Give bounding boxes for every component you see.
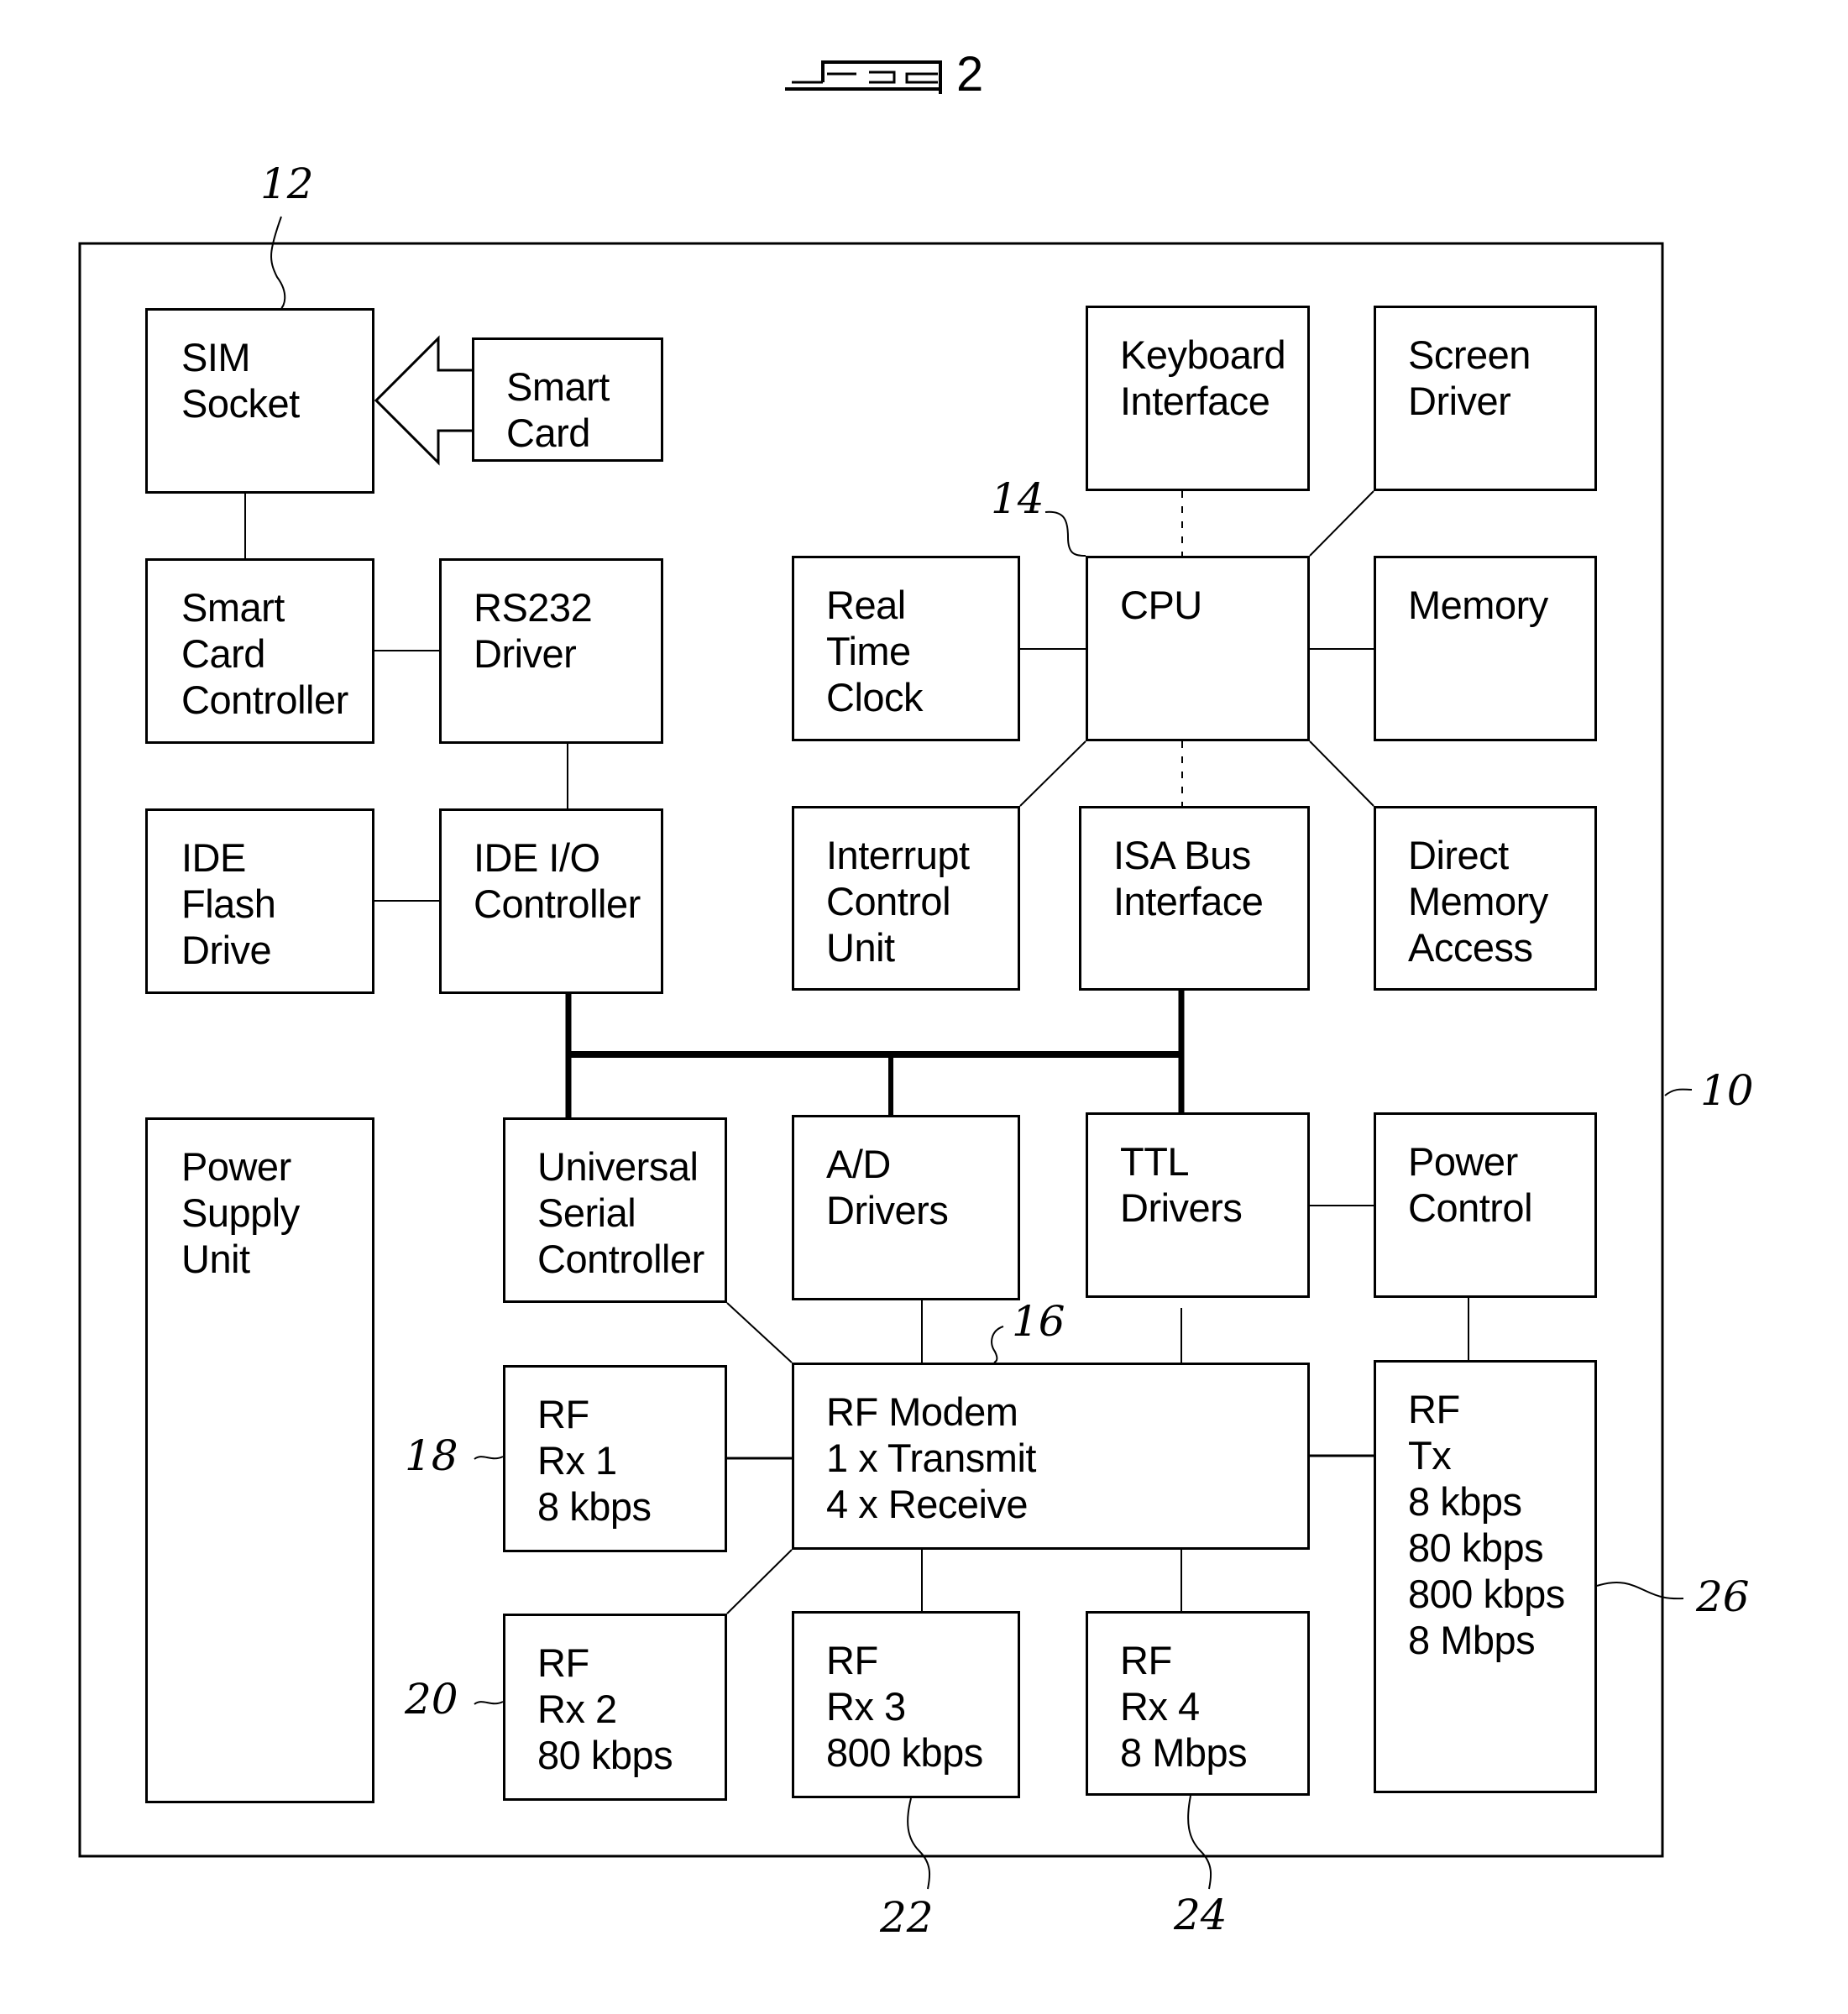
leader-20 xyxy=(474,1701,504,1705)
block-ide-io-controller: IDE I/O Controller xyxy=(439,808,663,994)
block-power-control: Power Control xyxy=(1374,1112,1597,1298)
leader-24 xyxy=(1187,1795,1212,1890)
wire-modem-rx2 xyxy=(726,1549,793,1614)
leader-14 xyxy=(1044,510,1086,557)
block-interrupt-control-unit: Interrupt Control Unit xyxy=(792,806,1020,991)
block-screen-driver: Screen Driver xyxy=(1374,306,1597,491)
block-direct-memory-access: Direct Memory Access xyxy=(1374,806,1597,991)
block-cpu: CPU xyxy=(1086,556,1310,741)
block-label: SIM Socket xyxy=(181,335,300,426)
block-memory: Memory xyxy=(1374,556,1597,741)
block-sim-socket: SIM Socket xyxy=(145,308,374,494)
block-label: IDE I/O Controller xyxy=(474,835,641,926)
block-label: Keyboard Interface xyxy=(1120,332,1286,423)
ref-numeral-12: 12 xyxy=(260,160,314,208)
block-ad-drivers: A/D Drivers xyxy=(792,1115,1020,1300)
leader-16 xyxy=(991,1326,1004,1363)
block-label: Direct Memory Access xyxy=(1408,833,1548,970)
block-rf-rx2: RF Rx 2 80 kbps xyxy=(503,1614,727,1801)
block-label: Memory xyxy=(1408,583,1548,627)
block-rf-rx1: RF Rx 1 8 kbps xyxy=(503,1365,727,1552)
block-label: Smart Card Controller xyxy=(181,585,348,722)
block-label: CPU xyxy=(1120,583,1202,627)
ref-numeral-22: 22 xyxy=(880,1893,934,1942)
block-label: TTL Drivers xyxy=(1120,1139,1243,1230)
block-label: Power Control xyxy=(1408,1139,1533,1230)
leader-10 xyxy=(1664,1088,1693,1096)
block-label: Real Time Clock xyxy=(826,583,924,719)
ref-numeral-16: 16 xyxy=(1012,1297,1065,1346)
ref-numeral-18: 18 xyxy=(405,1431,458,1480)
ref-numeral-14: 14 xyxy=(991,474,1044,523)
block-label: ISA Bus Interface xyxy=(1113,833,1264,923)
leader-12 xyxy=(270,216,286,309)
block-label: RF Rx 3 800 kbps xyxy=(826,1638,983,1775)
block-label: RF Rx 1 8 kbps xyxy=(537,1392,652,1529)
ref-numeral-24: 24 xyxy=(1174,1891,1228,1939)
block-universal-serial-controller: Universal Serial Controller xyxy=(503,1117,727,1303)
block-ttl-drivers: TTL Drivers xyxy=(1086,1112,1310,1298)
block-label: Power Supply Unit xyxy=(181,1144,300,1281)
block-smart-card: Smart Card xyxy=(472,337,663,462)
block-rf-rx3: RF Rx 3 800 kbps xyxy=(792,1611,1020,1798)
block-label: Smart Card xyxy=(506,364,610,455)
block-label: RF Rx 2 80 kbps xyxy=(537,1640,673,1777)
block-label: A/D Drivers xyxy=(826,1142,949,1232)
leader-18 xyxy=(474,1456,504,1460)
wire-cpu-dma xyxy=(1309,740,1374,807)
block-ide-flash-drive: IDE Flash Drive xyxy=(145,808,374,994)
insert-arrow-icon xyxy=(374,335,472,466)
block-label: Universal Serial Controller xyxy=(537,1144,704,1281)
block-rs232-driver: RS232 Driver xyxy=(439,558,663,744)
ref-numeral-20: 20 xyxy=(405,1675,458,1724)
block-power-supply-unit: Power Supply Unit xyxy=(145,1117,374,1803)
block-label: RF Modem 1 x Transmit 4 x Receive xyxy=(826,1389,1036,1526)
ref-numeral-10: 10 xyxy=(1700,1066,1754,1115)
block-rf-tx: RF Tx 8 kbps 80 kbps 800 kbps 8 Mbps xyxy=(1374,1360,1597,1793)
leader-26 xyxy=(1596,1582,1684,1600)
ref-numeral-26: 26 xyxy=(1696,1572,1750,1621)
block-rf-modem: RF Modem 1 x Transmit 4 x Receive xyxy=(792,1363,1310,1550)
block-keyboard-interface: Keyboard Interface xyxy=(1086,306,1310,491)
block-isa-bus-interface: ISA Bus Interface xyxy=(1079,806,1310,991)
wire-cpu-interrupt xyxy=(1019,740,1086,807)
block-label: IDE Flash Drive xyxy=(181,835,276,972)
block-label: RF Rx 4 8 Mbps xyxy=(1120,1638,1248,1775)
wire-usc-modem xyxy=(726,1302,793,1363)
block-label: RF Tx 8 kbps 80 kbps 800 kbps 8 Mbps xyxy=(1408,1387,1565,1662)
block-smart-card-controller: Smart Card Controller xyxy=(145,558,374,744)
wire-screen-cpu xyxy=(1309,490,1374,557)
leader-22 xyxy=(907,1797,931,1890)
block-label: Interrupt Control Unit xyxy=(826,833,970,970)
block-label: RS232 Driver xyxy=(474,585,593,676)
block-real-time-clock: Real Time Clock xyxy=(792,556,1020,741)
block-rf-rx4: RF Rx 4 8 Mbps xyxy=(1086,1611,1310,1796)
block-label: Screen Driver xyxy=(1408,332,1531,423)
